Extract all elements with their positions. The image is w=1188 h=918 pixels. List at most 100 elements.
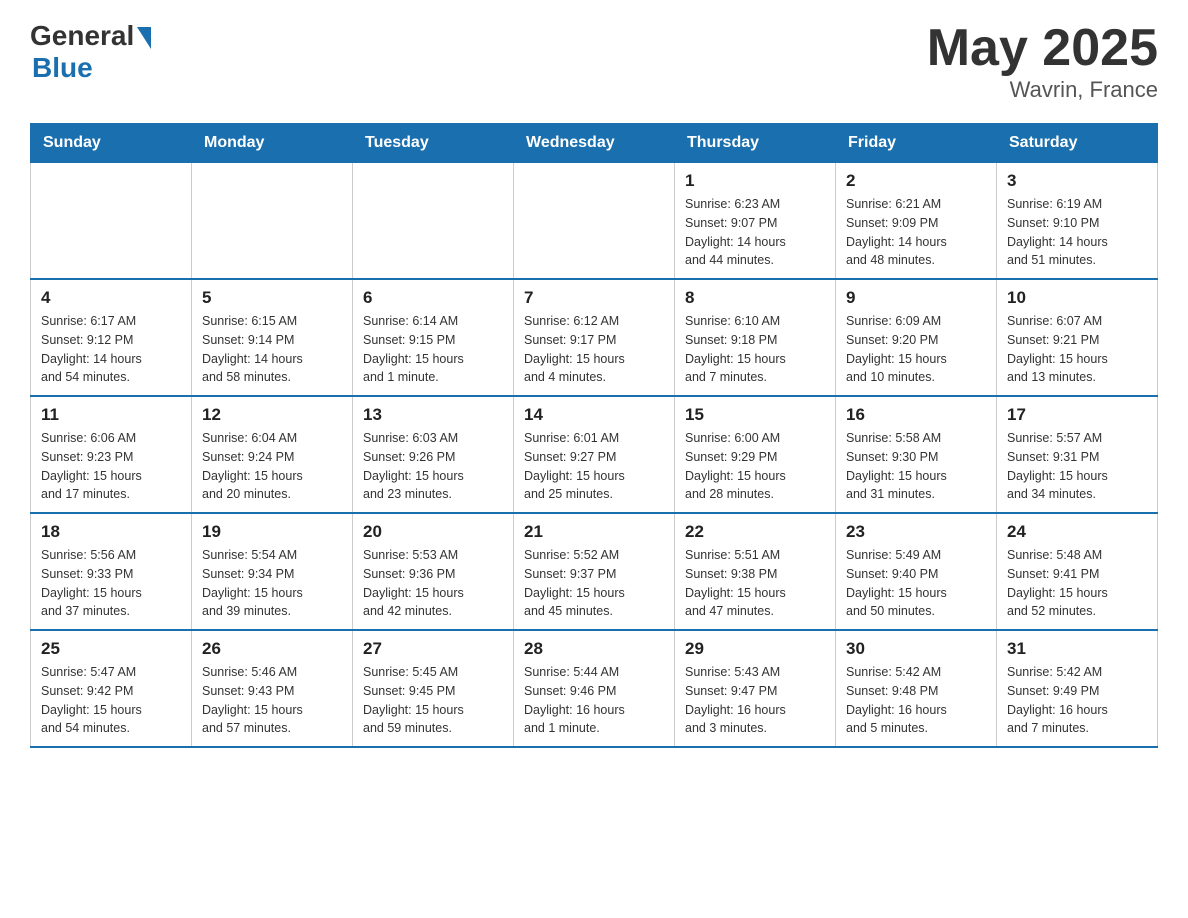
logo: General Blue xyxy=(30,20,151,84)
day-number: 22 xyxy=(685,522,825,542)
day-number: 16 xyxy=(846,405,986,425)
day-number: 24 xyxy=(1007,522,1147,542)
day-info: Sunrise: 5:48 AMSunset: 9:41 PMDaylight:… xyxy=(1007,546,1147,621)
weekday-header-friday: Friday xyxy=(836,124,997,163)
day-number: 12 xyxy=(202,405,342,425)
day-number: 27 xyxy=(363,639,503,659)
day-number: 15 xyxy=(685,405,825,425)
day-info: Sunrise: 6:14 AMSunset: 9:15 PMDaylight:… xyxy=(363,312,503,387)
day-info: Sunrise: 6:09 AMSunset: 9:20 PMDaylight:… xyxy=(846,312,986,387)
day-number: 7 xyxy=(524,288,664,308)
day-info: Sunrise: 6:15 AMSunset: 9:14 PMDaylight:… xyxy=(202,312,342,387)
calendar-week-row: 11Sunrise: 6:06 AMSunset: 9:23 PMDayligh… xyxy=(31,396,1158,513)
calendar-day-cell: 14Sunrise: 6:01 AMSunset: 9:27 PMDayligh… xyxy=(514,396,675,513)
calendar-day-cell xyxy=(192,163,353,280)
calendar-day-cell: 2 Sunrise: 6:21 AMSunset: 9:09 PMDaylight… xyxy=(836,163,997,280)
day-info: Sunrise: 6:03 AMSunset: 9:26 PMDaylight:… xyxy=(363,429,503,504)
calendar-table: SundayMondayTuesdayWednesdayThursdayFrid… xyxy=(30,123,1158,748)
day-number: 18 xyxy=(41,522,181,542)
day-info: Sunrise: 6:06 AMSunset: 9:23 PMDaylight:… xyxy=(41,429,181,504)
calendar-day-cell: 15 Sunrise: 6:00 AMSunset: 9:29 PMDayligh… xyxy=(675,396,836,513)
calendar-day-cell: 19 Sunrise: 5:54 AMSunset: 9:34 PMDayligh… xyxy=(192,513,353,630)
day-number: 30 xyxy=(846,639,986,659)
weekday-header-thursday: Thursday xyxy=(675,124,836,163)
day-info: Sunrise: 5:44 AMSunset: 9:46 PMDaylight:… xyxy=(524,663,664,738)
calendar-day-cell: 23Sunrise: 5:49 AMSunset: 9:40 PMDayligh… xyxy=(836,513,997,630)
day-number: 28 xyxy=(524,639,664,659)
calendar-day-cell: 10Sunrise: 6:07 AMSunset: 9:21 PMDayligh… xyxy=(997,279,1158,396)
calendar-day-cell: 1 Sunrise: 6:23 AMSunset: 9:07 PMDaylight… xyxy=(675,163,836,280)
day-info: Sunrise: 5:45 AMSunset: 9:45 PMDaylight:… xyxy=(363,663,503,738)
day-number: 6 xyxy=(363,288,503,308)
day-info: Sunrise: 6:10 AMSunset: 9:18 PMDaylight:… xyxy=(685,312,825,387)
day-info: Sunrise: 5:43 AMSunset: 9:47 PMDaylight:… xyxy=(685,663,825,738)
day-info: Sunrise: 5:52 AMSunset: 9:37 PMDaylight:… xyxy=(524,546,664,621)
calendar-day-cell: 17Sunrise: 5:57 AMSunset: 9:31 PMDayligh… xyxy=(997,396,1158,513)
day-info: Sunrise: 5:58 AMSunset: 9:30 PMDaylight:… xyxy=(846,429,986,504)
calendar-week-row: 1 Sunrise: 6:23 AMSunset: 9:07 PMDaylight… xyxy=(31,163,1158,280)
calendar-day-cell: 28 Sunrise: 5:44 AMSunset: 9:46 PMDayligh… xyxy=(514,630,675,747)
calendar-day-cell: 16 Sunrise: 5:58 AMSunset: 9:30 PMDayligh… xyxy=(836,396,997,513)
calendar-day-cell: 8Sunrise: 6:10 AMSunset: 9:18 PMDaylight… xyxy=(675,279,836,396)
month-title: May 2025 xyxy=(927,20,1158,77)
day-number: 1 xyxy=(685,171,825,191)
calendar-header: SundayMondayTuesdayWednesdayThursdayFrid… xyxy=(31,124,1158,163)
day-number: 4 xyxy=(41,288,181,308)
title-section: May 2025 Wavrin, France xyxy=(927,20,1158,103)
day-info: Sunrise: 6:00 AMSunset: 9:29 PMDaylight:… xyxy=(685,429,825,504)
day-number: 9 xyxy=(846,288,986,308)
calendar-day-cell xyxy=(353,163,514,280)
calendar-day-cell: 26 Sunrise: 5:46 AMSunset: 9:43 PMDayligh… xyxy=(192,630,353,747)
calendar-day-cell: 20 Sunrise: 5:53 AMSunset: 9:36 PMDayligh… xyxy=(353,513,514,630)
day-number: 14 xyxy=(524,405,664,425)
page-header: General Blue May 2025 Wavrin, France xyxy=(30,20,1158,103)
calendar-day-cell: 4 Sunrise: 6:17 AMSunset: 9:12 PMDaylight… xyxy=(31,279,192,396)
calendar-day-cell: 18Sunrise: 5:56 AMSunset: 9:33 PMDayligh… xyxy=(31,513,192,630)
calendar-day-cell: 3Sunrise: 6:19 AMSunset: 9:10 PMDaylight… xyxy=(997,163,1158,280)
calendar-day-cell: 7 Sunrise: 6:12 AMSunset: 9:17 PMDaylight… xyxy=(514,279,675,396)
logo-general-text: General xyxy=(30,20,134,52)
day-number: 21 xyxy=(524,522,664,542)
weekday-header-monday: Monday xyxy=(192,124,353,163)
day-number: 19 xyxy=(202,522,342,542)
day-number: 13 xyxy=(363,405,503,425)
weekday-header-wednesday: Wednesday xyxy=(514,124,675,163)
weekday-header-tuesday: Tuesday xyxy=(353,124,514,163)
day-info: Sunrise: 6:04 AMSunset: 9:24 PMDaylight:… xyxy=(202,429,342,504)
location-label: Wavrin, France xyxy=(927,77,1158,103)
calendar-week-row: 4 Sunrise: 6:17 AMSunset: 9:12 PMDaylight… xyxy=(31,279,1158,396)
day-info: Sunrise: 5:57 AMSunset: 9:31 PMDaylight:… xyxy=(1007,429,1147,504)
logo-blue-text: Blue xyxy=(32,52,93,84)
calendar-day-cell: 5 Sunrise: 6:15 AMSunset: 9:14 PMDaylight… xyxy=(192,279,353,396)
day-number: 20 xyxy=(363,522,503,542)
calendar-day-cell xyxy=(514,163,675,280)
day-info: Sunrise: 5:46 AMSunset: 9:43 PMDaylight:… xyxy=(202,663,342,738)
calendar-day-cell: 29 Sunrise: 5:43 AMSunset: 9:47 PMDayligh… xyxy=(675,630,836,747)
day-number: 26 xyxy=(202,639,342,659)
day-info: Sunrise: 5:54 AMSunset: 9:34 PMDaylight:… xyxy=(202,546,342,621)
calendar-day-cell: 9 Sunrise: 6:09 AMSunset: 9:20 PMDaylight… xyxy=(836,279,997,396)
calendar-day-cell: 24 Sunrise: 5:48 AMSunset: 9:41 PMDayligh… xyxy=(997,513,1158,630)
calendar-day-cell: 30Sunrise: 5:42 AMSunset: 9:48 PMDayligh… xyxy=(836,630,997,747)
logo-arrow-icon xyxy=(137,27,151,49)
day-info: Sunrise: 5:47 AMSunset: 9:42 PMDaylight:… xyxy=(41,663,181,738)
day-number: 25 xyxy=(41,639,181,659)
day-info: Sunrise: 6:12 AMSunset: 9:17 PMDaylight:… xyxy=(524,312,664,387)
calendar-week-row: 18Sunrise: 5:56 AMSunset: 9:33 PMDayligh… xyxy=(31,513,1158,630)
day-info: Sunrise: 6:19 AMSunset: 9:10 PMDaylight:… xyxy=(1007,195,1147,270)
calendar-day-cell: 27 Sunrise: 5:45 AMSunset: 9:45 PMDayligh… xyxy=(353,630,514,747)
day-info: Sunrise: 6:21 AMSunset: 9:09 PMDaylight:… xyxy=(846,195,986,270)
calendar-day-cell: 25 Sunrise: 5:47 AMSunset: 9:42 PMDayligh… xyxy=(31,630,192,747)
day-info: Sunrise: 6:23 AMSunset: 9:07 PMDaylight:… xyxy=(685,195,825,270)
calendar-day-cell xyxy=(31,163,192,280)
day-info: Sunrise: 5:53 AMSunset: 9:36 PMDaylight:… xyxy=(363,546,503,621)
day-info: Sunrise: 6:17 AMSunset: 9:12 PMDaylight:… xyxy=(41,312,181,387)
day-number: 29 xyxy=(685,639,825,659)
calendar-body: 1 Sunrise: 6:23 AMSunset: 9:07 PMDaylight… xyxy=(31,163,1158,748)
calendar-day-cell: 12 Sunrise: 6:04 AMSunset: 9:24 PMDayligh… xyxy=(192,396,353,513)
weekday-header-row: SundayMondayTuesdayWednesdayThursdayFrid… xyxy=(31,124,1158,163)
day-number: 2 xyxy=(846,171,986,191)
day-number: 5 xyxy=(202,288,342,308)
calendar-day-cell: 13 Sunrise: 6:03 AMSunset: 9:26 PMDayligh… xyxy=(353,396,514,513)
weekday-header-saturday: Saturday xyxy=(997,124,1158,163)
